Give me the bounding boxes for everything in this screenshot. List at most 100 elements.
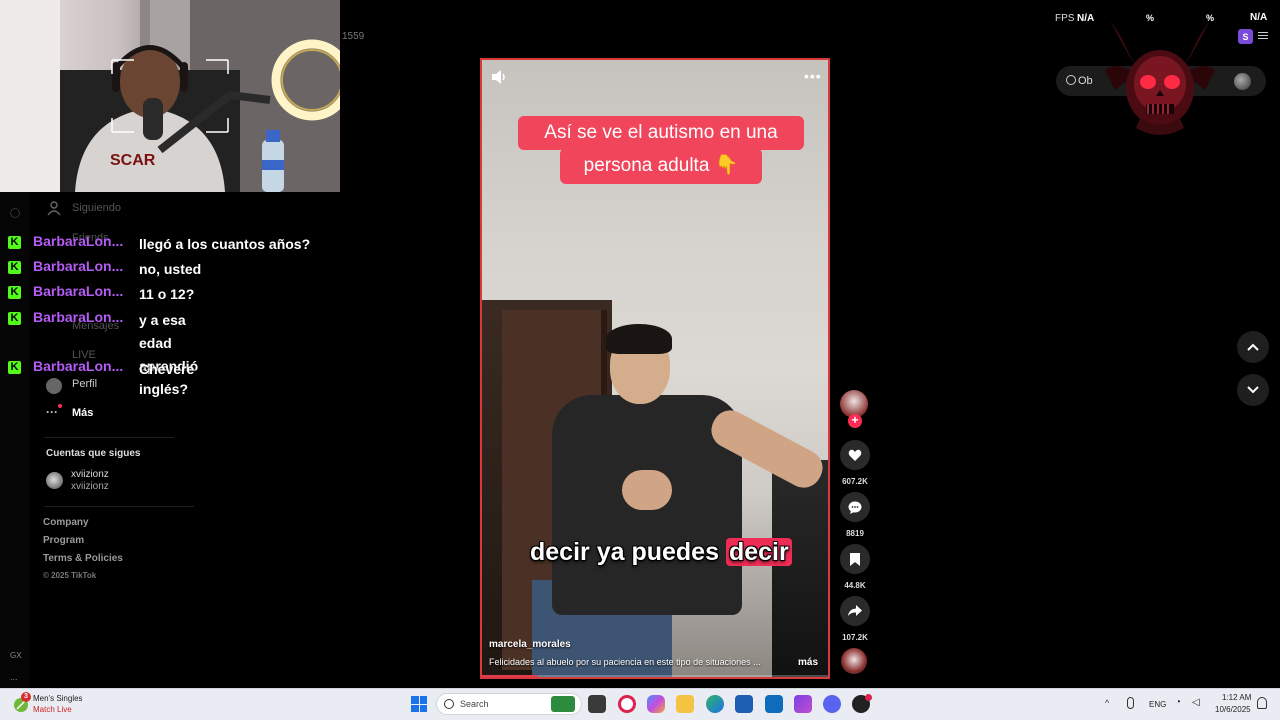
chat-text: no, usted	[139, 261, 202, 277]
clock-date[interactable]: 10/6/2025	[1215, 705, 1251, 714]
following-account-handle[interactable]: xviizionz	[71, 481, 109, 492]
comment-button[interactable]	[840, 492, 870, 522]
more-options-icon[interactable]: •••	[804, 68, 821, 84]
video-player[interactable]: Así se ve el autismo en una persona adul…	[480, 58, 830, 679]
chat-text: y a esa edad aprendió inglés?	[139, 312, 199, 397]
copilot-icon[interactable]	[647, 695, 665, 713]
outlook-icon[interactable]	[765, 695, 783, 713]
video-description: Felicidades al abuelo por su paciencia e…	[489, 657, 761, 667]
sidebar-item-more[interactable]: Más	[72, 407, 93, 419]
chat-text: Chevere	[139, 361, 195, 377]
comment-count: 8819	[846, 529, 864, 538]
video-progress-fill	[482, 675, 538, 677]
video-caption: Así se ve el autismo en una persona adul…	[518, 116, 804, 184]
video-progress-bar[interactable]	[482, 675, 828, 677]
gx-label[interactable]: GX	[10, 651, 22, 660]
user-icon	[47, 201, 61, 216]
chat-username: BarbaraLon...	[33, 358, 124, 374]
search-placeholder: Search	[460, 699, 489, 709]
share-icon	[848, 605, 862, 616]
comment-icon	[848, 501, 862, 514]
demon-skull-overlay	[1105, 20, 1215, 135]
video-subtitle: decir ya puedes decir	[530, 538, 792, 567]
like-button[interactable]	[840, 440, 870, 470]
caption-line: persona adulta 👇	[560, 148, 762, 184]
gx-more-button[interactable]: ...	[10, 672, 18, 682]
kick-icon: K	[8, 261, 21, 274]
notification-badge: 3	[21, 692, 31, 702]
volume-icon[interactable]: ◁	[1192, 697, 1200, 708]
subtitle-highlight: decir	[725, 538, 792, 566]
search-icon	[444, 699, 454, 709]
chevron-up-icon[interactable]: ^	[1105, 698, 1109, 708]
bookmark-icon	[850, 552, 860, 566]
following-title: Cuentas que sigues	[46, 448, 141, 459]
subtitle-text: decir ya puedes	[530, 538, 726, 566]
kick-icon: K	[8, 286, 21, 299]
copyright: © 2025 TikTok	[43, 571, 97, 580]
chevron-up-icon	[1247, 343, 1259, 351]
chat-username: BarbaraLon...	[33, 233, 124, 249]
wifi-icon[interactable]: ◔	[1175, 697, 1181, 708]
avatar[interactable]	[1234, 73, 1251, 90]
opera-gx-icon[interactable]	[618, 695, 636, 713]
microphone-icon[interactable]	[1127, 697, 1134, 709]
webcam-scene: SCAR	[0, 0, 340, 192]
follow-plus-icon[interactable]: +	[848, 414, 862, 428]
chevron-down-icon	[1247, 386, 1259, 394]
news-title[interactable]: Men's Singles	[33, 694, 83, 703]
news-subtitle[interactable]: Match Live	[33, 705, 72, 714]
sidebar-item-profile[interactable]: Perfil	[72, 378, 97, 390]
clock-time[interactable]: 1:12 AM	[1222, 693, 1251, 702]
save-count: 44.8K	[844, 581, 866, 590]
following-account-name[interactable]: xviizionz	[71, 469, 109, 480]
avatar[interactable]	[46, 472, 63, 489]
video-scene-chair	[772, 460, 828, 677]
folder-icon[interactable]	[676, 695, 694, 713]
next-video-button[interactable]	[1237, 374, 1269, 406]
discord-icon[interactable]	[823, 695, 841, 713]
edge-icon[interactable]	[706, 695, 724, 713]
file-icon[interactable]	[588, 695, 606, 713]
chat-username: BarbaraLon...	[33, 283, 124, 299]
volume-icon[interactable]	[490, 69, 508, 85]
music-disc-icon[interactable]	[841, 648, 867, 674]
start-button[interactable]	[411, 696, 427, 712]
search-highlight-icon	[551, 696, 575, 712]
menu-icon[interactable]	[1258, 30, 1268, 42]
save-button[interactable]	[840, 544, 870, 574]
profile-badge[interactable]: S	[1238, 29, 1253, 44]
get-coins-label: Ob	[1078, 75, 1093, 87]
chat-text: 11 o 12?	[139, 286, 195, 302]
kick-icon: K	[8, 361, 21, 374]
video-person-hand	[622, 470, 672, 510]
video-more-link[interactable]: más	[798, 657, 818, 668]
fps-label: FPS	[1055, 13, 1075, 24]
notification-bell-icon[interactable]	[1257, 697, 1267, 709]
footer-link-program[interactable]: Program	[43, 535, 84, 546]
language-indicator[interactable]: ENG	[1149, 700, 1166, 709]
video-person-hair	[606, 324, 672, 354]
chat-text: llegó a los cuantos años?	[139, 236, 311, 252]
chat-username: BarbaraLon...	[33, 309, 124, 325]
taskbar	[0, 688, 1280, 720]
previous-video-button[interactable]	[1237, 331, 1269, 363]
notification-dot	[58, 404, 62, 408]
footer-link-terms[interactable]: Terms & Policies	[43, 553, 123, 564]
profile-icon	[46, 378, 62, 394]
share-count: 107.2K	[842, 633, 868, 642]
sidebar-dot-icon[interactable]	[10, 208, 20, 218]
svg-text:SCAR: SCAR	[110, 152, 156, 169]
share-button[interactable]	[840, 596, 870, 626]
store-icon[interactable]	[735, 695, 753, 713]
divider	[44, 437, 174, 438]
kick-icon: K	[8, 236, 21, 249]
view-count: 1559	[342, 31, 365, 42]
fps-value: N/A	[1077, 13, 1095, 24]
clipchamp-icon[interactable]	[794, 695, 812, 713]
video-author[interactable]: marcela_morales	[489, 639, 571, 650]
footer-link-company[interactable]: Company	[43, 517, 89, 528]
chat-username: BarbaraLon...	[33, 258, 124, 274]
hud-value: N/A	[1250, 12, 1268, 23]
sidebar-item-following[interactable]: Siguiendo	[72, 202, 121, 214]
